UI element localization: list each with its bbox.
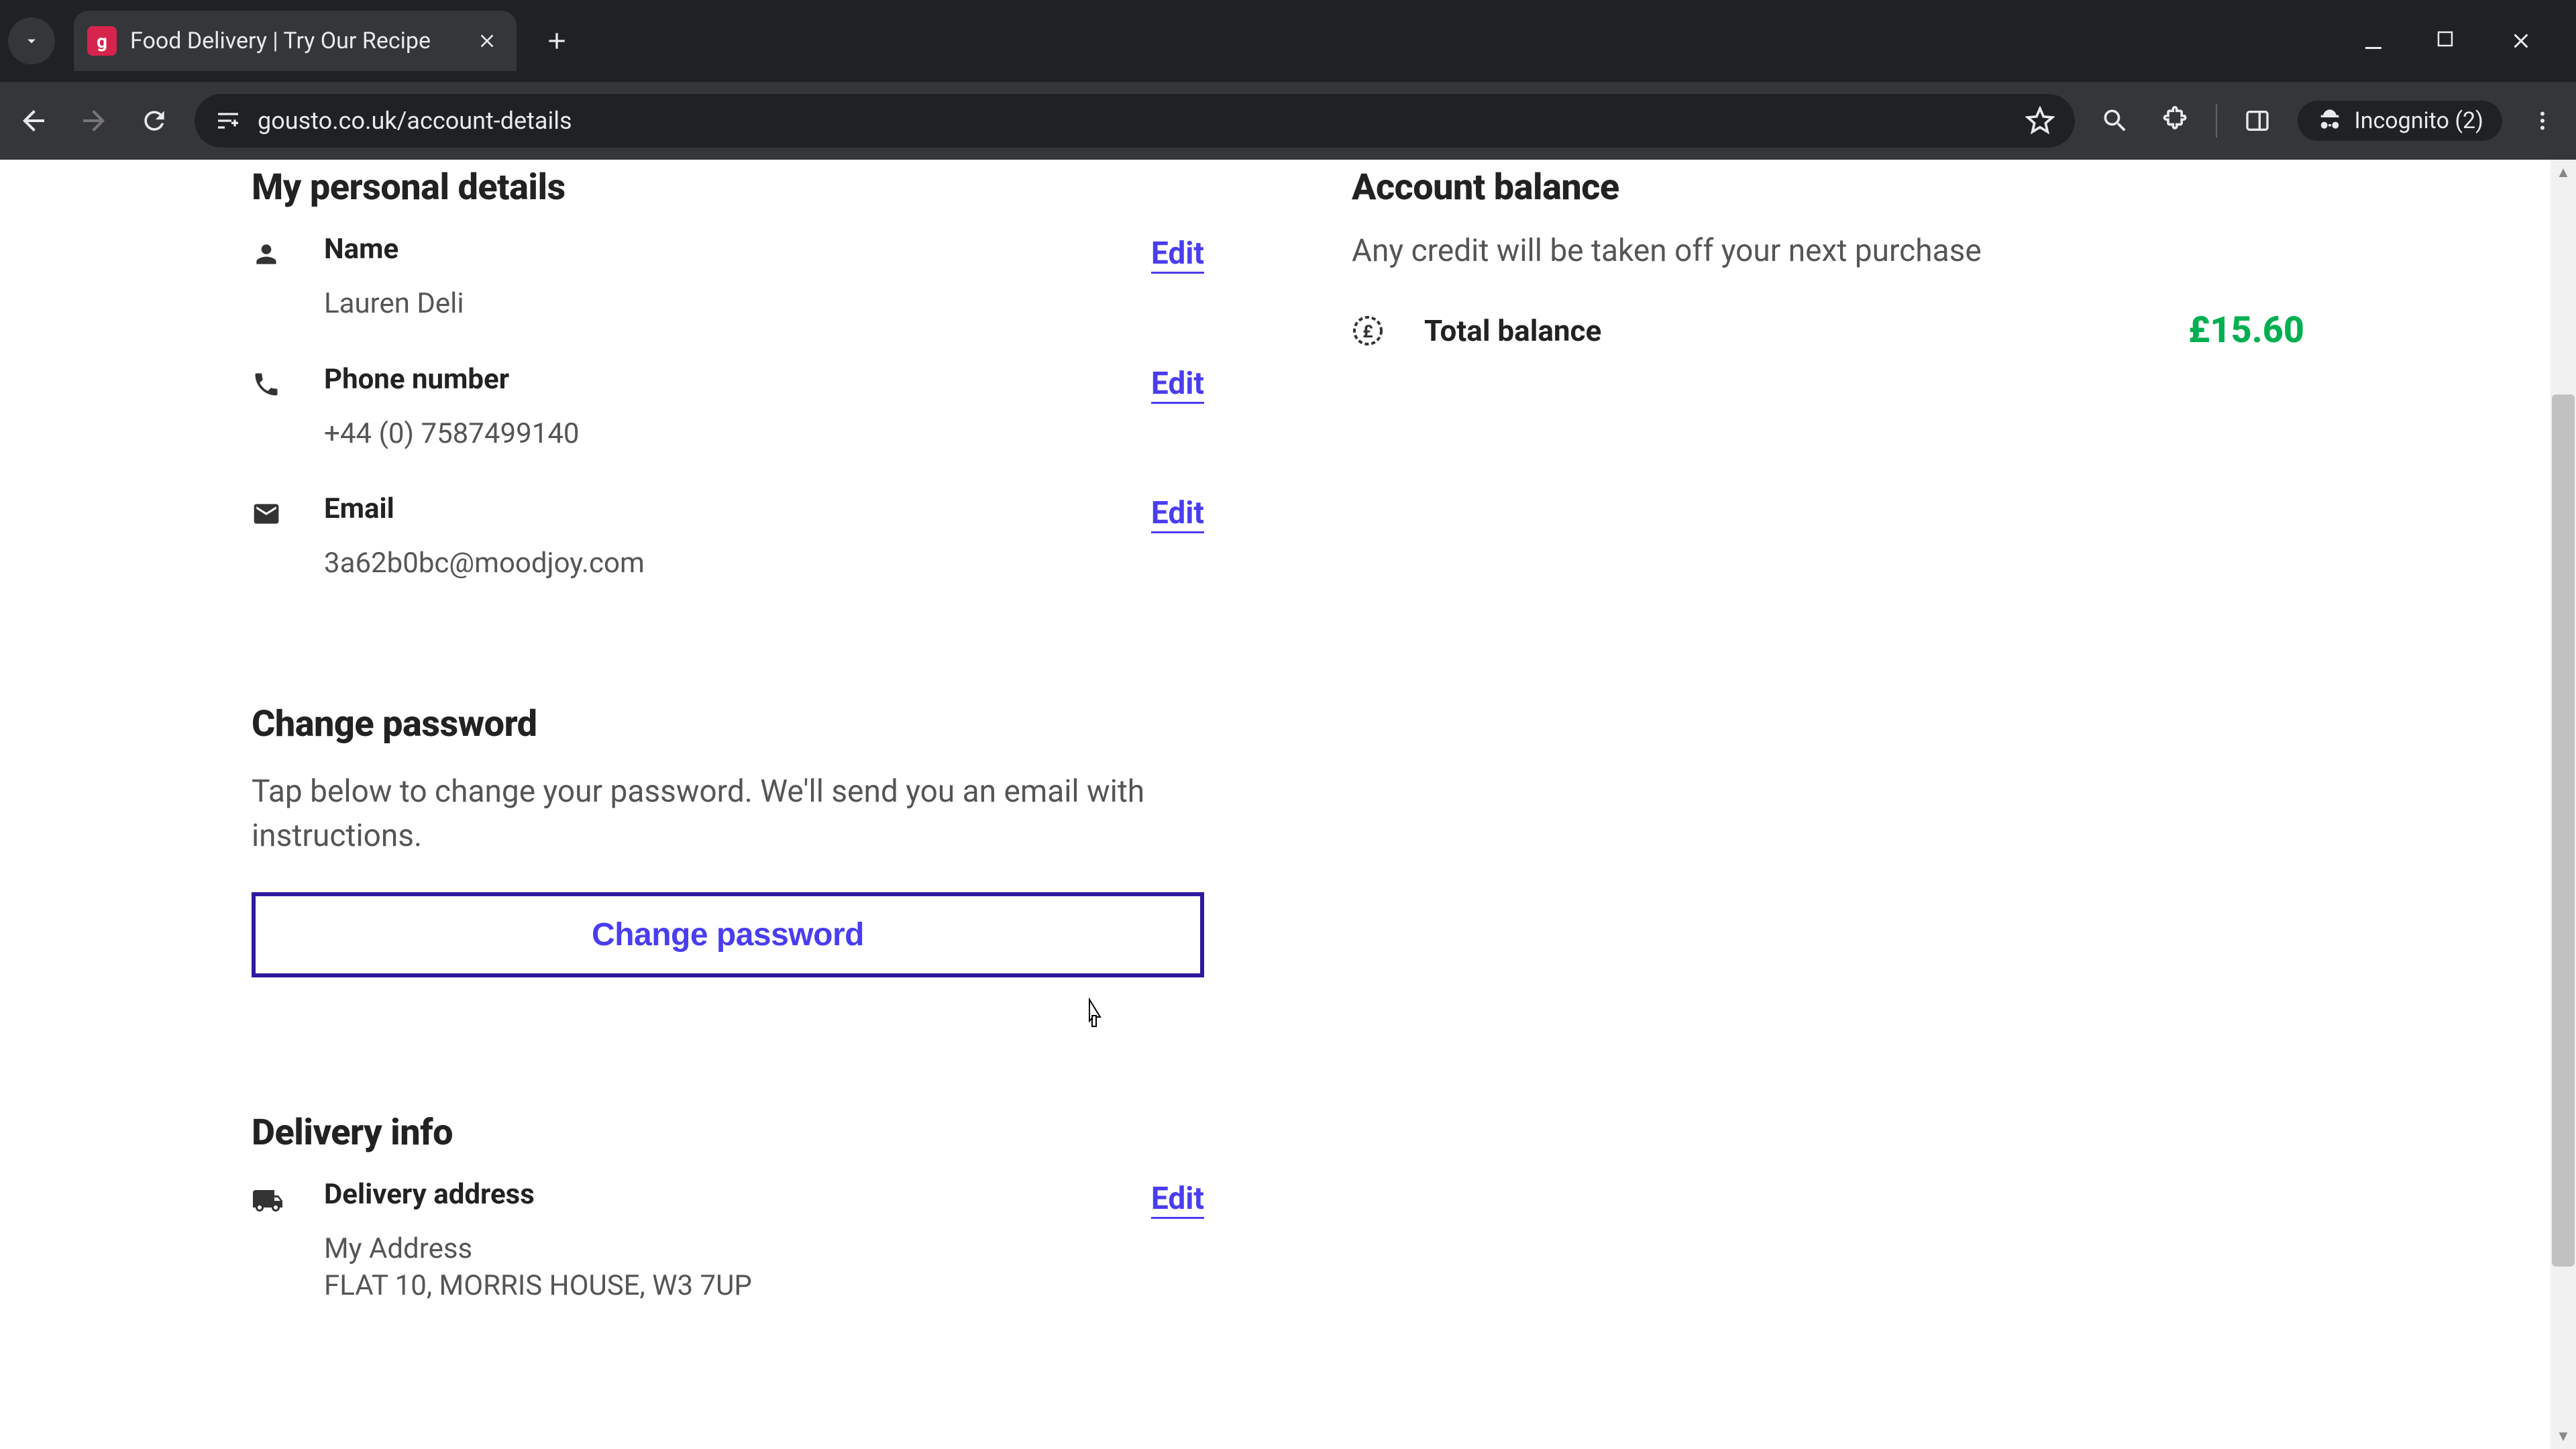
- arrow-right-icon: [78, 105, 110, 137]
- phone-icon: [252, 370, 292, 399]
- incognito-icon: [2316, 107, 2343, 134]
- close-icon: [2509, 29, 2533, 53]
- plus-icon: [543, 28, 570, 54]
- chevron-down-icon: [22, 32, 41, 50]
- detail-row-email: Email 3a62b0bc@moodjoy.com Edit: [252, 492, 1204, 582]
- edit-address-link[interactable]: Edit: [1151, 1181, 1204, 1219]
- edit-phone-link[interactable]: Edit: [1151, 366, 1204, 404]
- arrow-left-icon: [17, 105, 50, 137]
- person-icon: [252, 239, 292, 269]
- incognito-label: Incognito (2): [2354, 107, 2483, 134]
- toolbar-divider: [2216, 104, 2217, 138]
- favicon-icon: g: [87, 26, 117, 56]
- maximize-button[interactable]: [2435, 29, 2469, 53]
- minimize-button[interactable]: [2361, 29, 2395, 53]
- balance-label: Total balance: [1424, 313, 1601, 348]
- tab-close-button[interactable]: [476, 30, 498, 52]
- new-tab-button[interactable]: [543, 28, 570, 54]
- tab-strip: g Food Delivery | Try Our Recipe: [0, 0, 2576, 82]
- name-label: Name: [324, 233, 1151, 266]
- pound-circle-icon: £: [1352, 315, 1392, 347]
- truck-icon: [252, 1185, 292, 1217]
- account-balance-title: Account balance: [1352, 166, 2304, 209]
- panel-icon: [2244, 107, 2271, 134]
- incognito-badge[interactable]: Incognito (2): [2298, 101, 2502, 141]
- address-value: My Address FLAT 10, MORRIS HOUSE, W3 7UP: [324, 1231, 1151, 1304]
- balance-amount: £15.60: [2188, 309, 2304, 352]
- url-text: gousto.co.uk/account-details: [258, 107, 572, 135]
- back-button[interactable]: [13, 101, 54, 141]
- more-vert-icon: [2530, 109, 2555, 133]
- detail-row-name: Name Lauren Deli Edit: [252, 233, 1204, 323]
- browser-toolbar: gousto.co.uk/account-details Incognito (…: [0, 82, 2576, 160]
- page-content: ▲ ▼ My personal details Name Lauren Deli…: [0, 160, 2576, 1449]
- browser-chrome: g Food Delivery | Try Our Recipe: [0, 0, 2576, 160]
- reload-icon: [140, 106, 169, 136]
- maximize-icon: [2435, 29, 2455, 49]
- minimize-icon: [2361, 29, 2385, 53]
- search-icon: [2100, 106, 2130, 136]
- tab-title: Food Delivery | Try Our Recipe: [130, 28, 463, 54]
- change-password-desc: Tap below to change your password. We'll…: [252, 769, 1204, 859]
- email-value: 3a62b0bc@moodjoy.com: [324, 545, 1151, 582]
- window-controls: [2361, 29, 2576, 53]
- close-window-button[interactable]: [2509, 29, 2542, 53]
- bookmark-button[interactable]: [2025, 106, 2055, 136]
- phone-value: +44 (0) 7587499140: [324, 416, 1151, 453]
- email-icon: [252, 499, 292, 529]
- change-password-button[interactable]: Change password: [252, 892, 1204, 977]
- delivery-info-title: Delivery info: [252, 1112, 1204, 1154]
- forward-button[interactable]: [74, 101, 114, 141]
- extensions-button[interactable]: [2155, 101, 2196, 141]
- browser-menu-button[interactable]: [2522, 101, 2563, 141]
- side-panel-button[interactable]: [2237, 101, 2277, 141]
- detail-row-phone: Phone number +44 (0) 7587499140 Edit: [252, 363, 1204, 453]
- edit-name-link[interactable]: Edit: [1151, 235, 1204, 274]
- edit-email-link[interactable]: Edit: [1151, 495, 1204, 533]
- tab-search-dropdown[interactable]: [8, 17, 55, 64]
- scrollbar-down-icon[interactable]: ▼: [2551, 1424, 2576, 1449]
- zoom-button[interactable]: [2095, 101, 2135, 141]
- scrollbar-track[interactable]: ▲ ▼: [2551, 160, 2576, 1449]
- reload-button[interactable]: [134, 101, 174, 141]
- site-settings-button[interactable]: [215, 107, 241, 134]
- email-label: Email: [324, 492, 1151, 525]
- scrollbar-thumb[interactable]: [2552, 394, 2575, 1267]
- url-bar[interactable]: gousto.co.uk/account-details: [195, 94, 2075, 148]
- scrollbar-up-icon[interactable]: ▲: [2551, 160, 2576, 185]
- address-label: Delivery address: [324, 1178, 1151, 1211]
- browser-tab[interactable]: g Food Delivery | Try Our Recipe: [74, 11, 517, 71]
- star-icon: [2025, 106, 2055, 136]
- balance-desc: Any credit will be taken off your next p…: [1352, 233, 2304, 269]
- close-icon: [476, 30, 498, 52]
- balance-row: £ Total balance £15.60: [1352, 309, 2304, 352]
- svg-text:£: £: [1362, 322, 1373, 342]
- phone-label: Phone number: [324, 363, 1151, 396]
- name-value: Lauren Deli: [324, 286, 1151, 323]
- change-password-title: Change password: [252, 703, 1204, 745]
- extension-icon: [2161, 106, 2190, 136]
- detail-row-address: Delivery address My Address FLAT 10, MOR…: [252, 1178, 1204, 1304]
- tune-icon: [215, 107, 241, 134]
- personal-details-title: My personal details: [252, 166, 1204, 209]
